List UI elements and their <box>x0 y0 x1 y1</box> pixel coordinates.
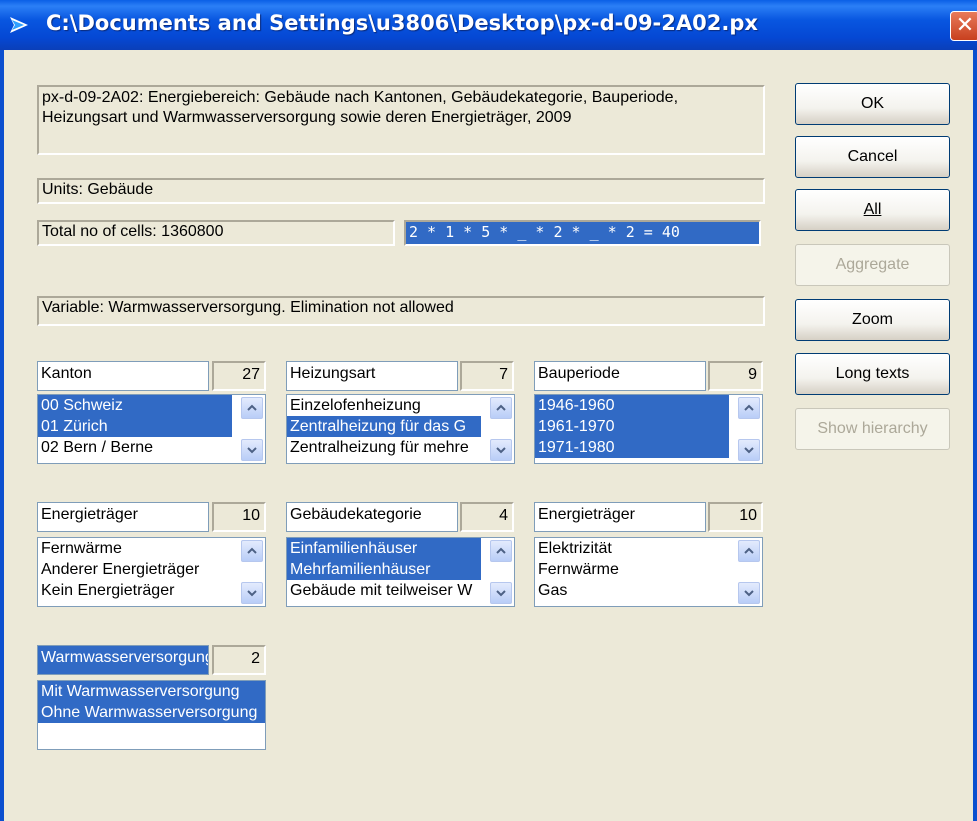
variable-count-energietraeger-2: 10 <box>708 502 763 532</box>
scroll-up-button[interactable] <box>490 540 512 562</box>
total-cells-field: Total no of cells: 1360800 <box>37 220 395 246</box>
ok-button[interactable]: OK <box>795 83 950 125</box>
close-icon: ✕ <box>955 13 975 38</box>
variable-label-heizungsart[interactable]: Heizungsart <box>286 361 458 391</box>
scroll-down-button[interactable] <box>490 439 512 461</box>
value-list-bauperiode[interactable]: 1946-1960 1961-1970 1971-1980 <box>534 394 763 464</box>
close-button[interactable]: ✕ <box>950 11 977 41</box>
variable-label-bauperiode[interactable]: Bauperiode <box>534 361 706 391</box>
scroll-up-button[interactable] <box>241 397 263 419</box>
show-hierarchy-button[interactable]: Show hierarchy <box>795 408 950 450</box>
chevron-up-icon <box>496 547 506 554</box>
value-list-energietraeger-2[interactable]: Elektrizität Fernwärme Gas <box>534 537 763 607</box>
list-item[interactable]: Gebäude mit teilweiser W <box>287 580 481 601</box>
window-title: C:\Documents and Settings\u3806\Desktop\… <box>46 11 758 35</box>
list-item[interactable]: 01 Zürich <box>38 416 232 437</box>
chevron-down-icon <box>496 447 506 454</box>
value-list-kanton[interactable]: 00 Schweiz 01 Zürich 02 Bern / Berne <box>37 394 266 464</box>
variable-count-warmwasserversorgung: 2 <box>212 645 266 675</box>
chevron-down-icon <box>744 447 754 454</box>
chevron-up-icon <box>247 404 257 411</box>
variable-count-kanton: 27 <box>212 361 266 391</box>
scroll-down-button[interactable] <box>738 439 760 461</box>
scroll-up-button[interactable] <box>490 397 512 419</box>
chevron-up-icon <box>247 547 257 554</box>
aggregate-button[interactable]: Aggregate <box>795 244 950 286</box>
chevron-down-icon <box>247 447 257 454</box>
scroll-down-button[interactable] <box>241 582 263 604</box>
variable-label-energietraeger[interactable]: Energieträger <box>37 502 209 532</box>
scroll-down-button[interactable] <box>490 582 512 604</box>
list-item[interactable]: Anderer Energieträger <box>38 559 232 580</box>
selection-formula: 2 * 1 * 5 * _ * 2 * _ * 2 = 40 <box>404 220 761 246</box>
scroll-up-button[interactable] <box>738 540 760 562</box>
chevron-down-icon <box>744 590 754 597</box>
zoom-button[interactable]: Zoom <box>795 299 950 341</box>
chevron-up-icon <box>744 547 754 554</box>
chevron-up-icon <box>496 404 506 411</box>
chevron-down-icon <box>496 590 506 597</box>
variable-count-bauperiode: 9 <box>708 361 763 391</box>
list-item[interactable]: 1946-1960 <box>535 395 729 416</box>
chevron-down-icon <box>247 590 257 597</box>
list-item[interactable]: Zentralheizung für mehre <box>287 437 481 458</box>
list-item[interactable]: 1961-1970 <box>535 416 729 437</box>
arrow-icon <box>10 17 28 33</box>
variable-count-energietraeger: 10 <box>212 502 266 532</box>
value-list-energietraeger[interactable]: Fernwärme Anderer Energieträger Kein Ene… <box>37 537 266 607</box>
cancel-button[interactable]: Cancel <box>795 136 950 178</box>
list-item[interactable]: Zentralheizung für das G <box>287 416 481 437</box>
units-field: Units: Gebäude <box>37 178 765 204</box>
variable-label-warmwasserversorgung[interactable]: Warmwasserversorgung <box>37 645 209 675</box>
variable-label-gebaeudekategorie[interactable]: Gebäudekategorie <box>286 502 458 532</box>
list-item[interactable]: 1971-1980 <box>535 437 729 458</box>
scroll-up-button[interactable] <box>738 397 760 419</box>
list-item[interactable]: Kein Energieträger <box>38 580 232 601</box>
chevron-up-icon <box>744 404 754 411</box>
list-item[interactable]: 00 Schweiz <box>38 395 232 416</box>
value-list-heizungsart[interactable]: Einzelofenheizung Zentralheizung für das… <box>286 394 515 464</box>
variable-status-field: Variable: Warmwasserversorgung. Eliminat… <box>37 296 765 326</box>
variable-label-kanton[interactable]: Kanton <box>37 361 209 391</box>
list-item[interactable]: Fernwärme <box>38 538 232 559</box>
variable-count-heizungsart: 7 <box>460 361 514 391</box>
value-list-gebaeudekategorie[interactable]: Einfamilienhäuser Mehrfamilienhäuser Geb… <box>286 537 515 607</box>
all-button-label: All <box>863 201 882 218</box>
list-item[interactable]: Einfamilienhäuser <box>287 538 481 559</box>
all-button[interactable]: All <box>795 189 950 231</box>
title-bar[interactable]: C:\Documents and Settings\u3806\Desktop\… <box>0 0 977 50</box>
table-description: px-d-09-2A02: Energiebereich: Gebäude na… <box>37 85 765 155</box>
list-item[interactable]: Mit Warmwasserversorgung <box>38 681 265 702</box>
list-item[interactable]: Gas <box>535 580 729 601</box>
list-item[interactable]: Ohne Warmwasserversorgung <box>38 702 265 723</box>
scroll-up-button[interactable] <box>241 540 263 562</box>
list-item[interactable]: Elektrizität <box>535 538 729 559</box>
list-item[interactable]: Mehrfamilienhäuser <box>287 559 481 580</box>
list-item[interactable]: Fernwärme <box>535 559 729 580</box>
long-texts-button[interactable]: Long texts <box>795 353 950 395</box>
scroll-down-button[interactable] <box>241 439 263 461</box>
value-list-warmwasserversorgung[interactable]: Mit Warmwasserversorgung Ohne Warmwasser… <box>37 680 266 750</box>
list-item[interactable]: Einzelofenheizung <box>287 395 481 416</box>
variable-count-gebaeudekategorie: 4 <box>460 502 514 532</box>
dialog-client-area: px-d-09-2A02: Energiebereich: Gebäude na… <box>0 50 977 821</box>
scroll-down-button[interactable] <box>738 582 760 604</box>
list-item[interactable]: 02 Bern / Berne <box>38 437 232 458</box>
variable-label-energietraeger-2[interactable]: Energieträger <box>534 502 706 532</box>
